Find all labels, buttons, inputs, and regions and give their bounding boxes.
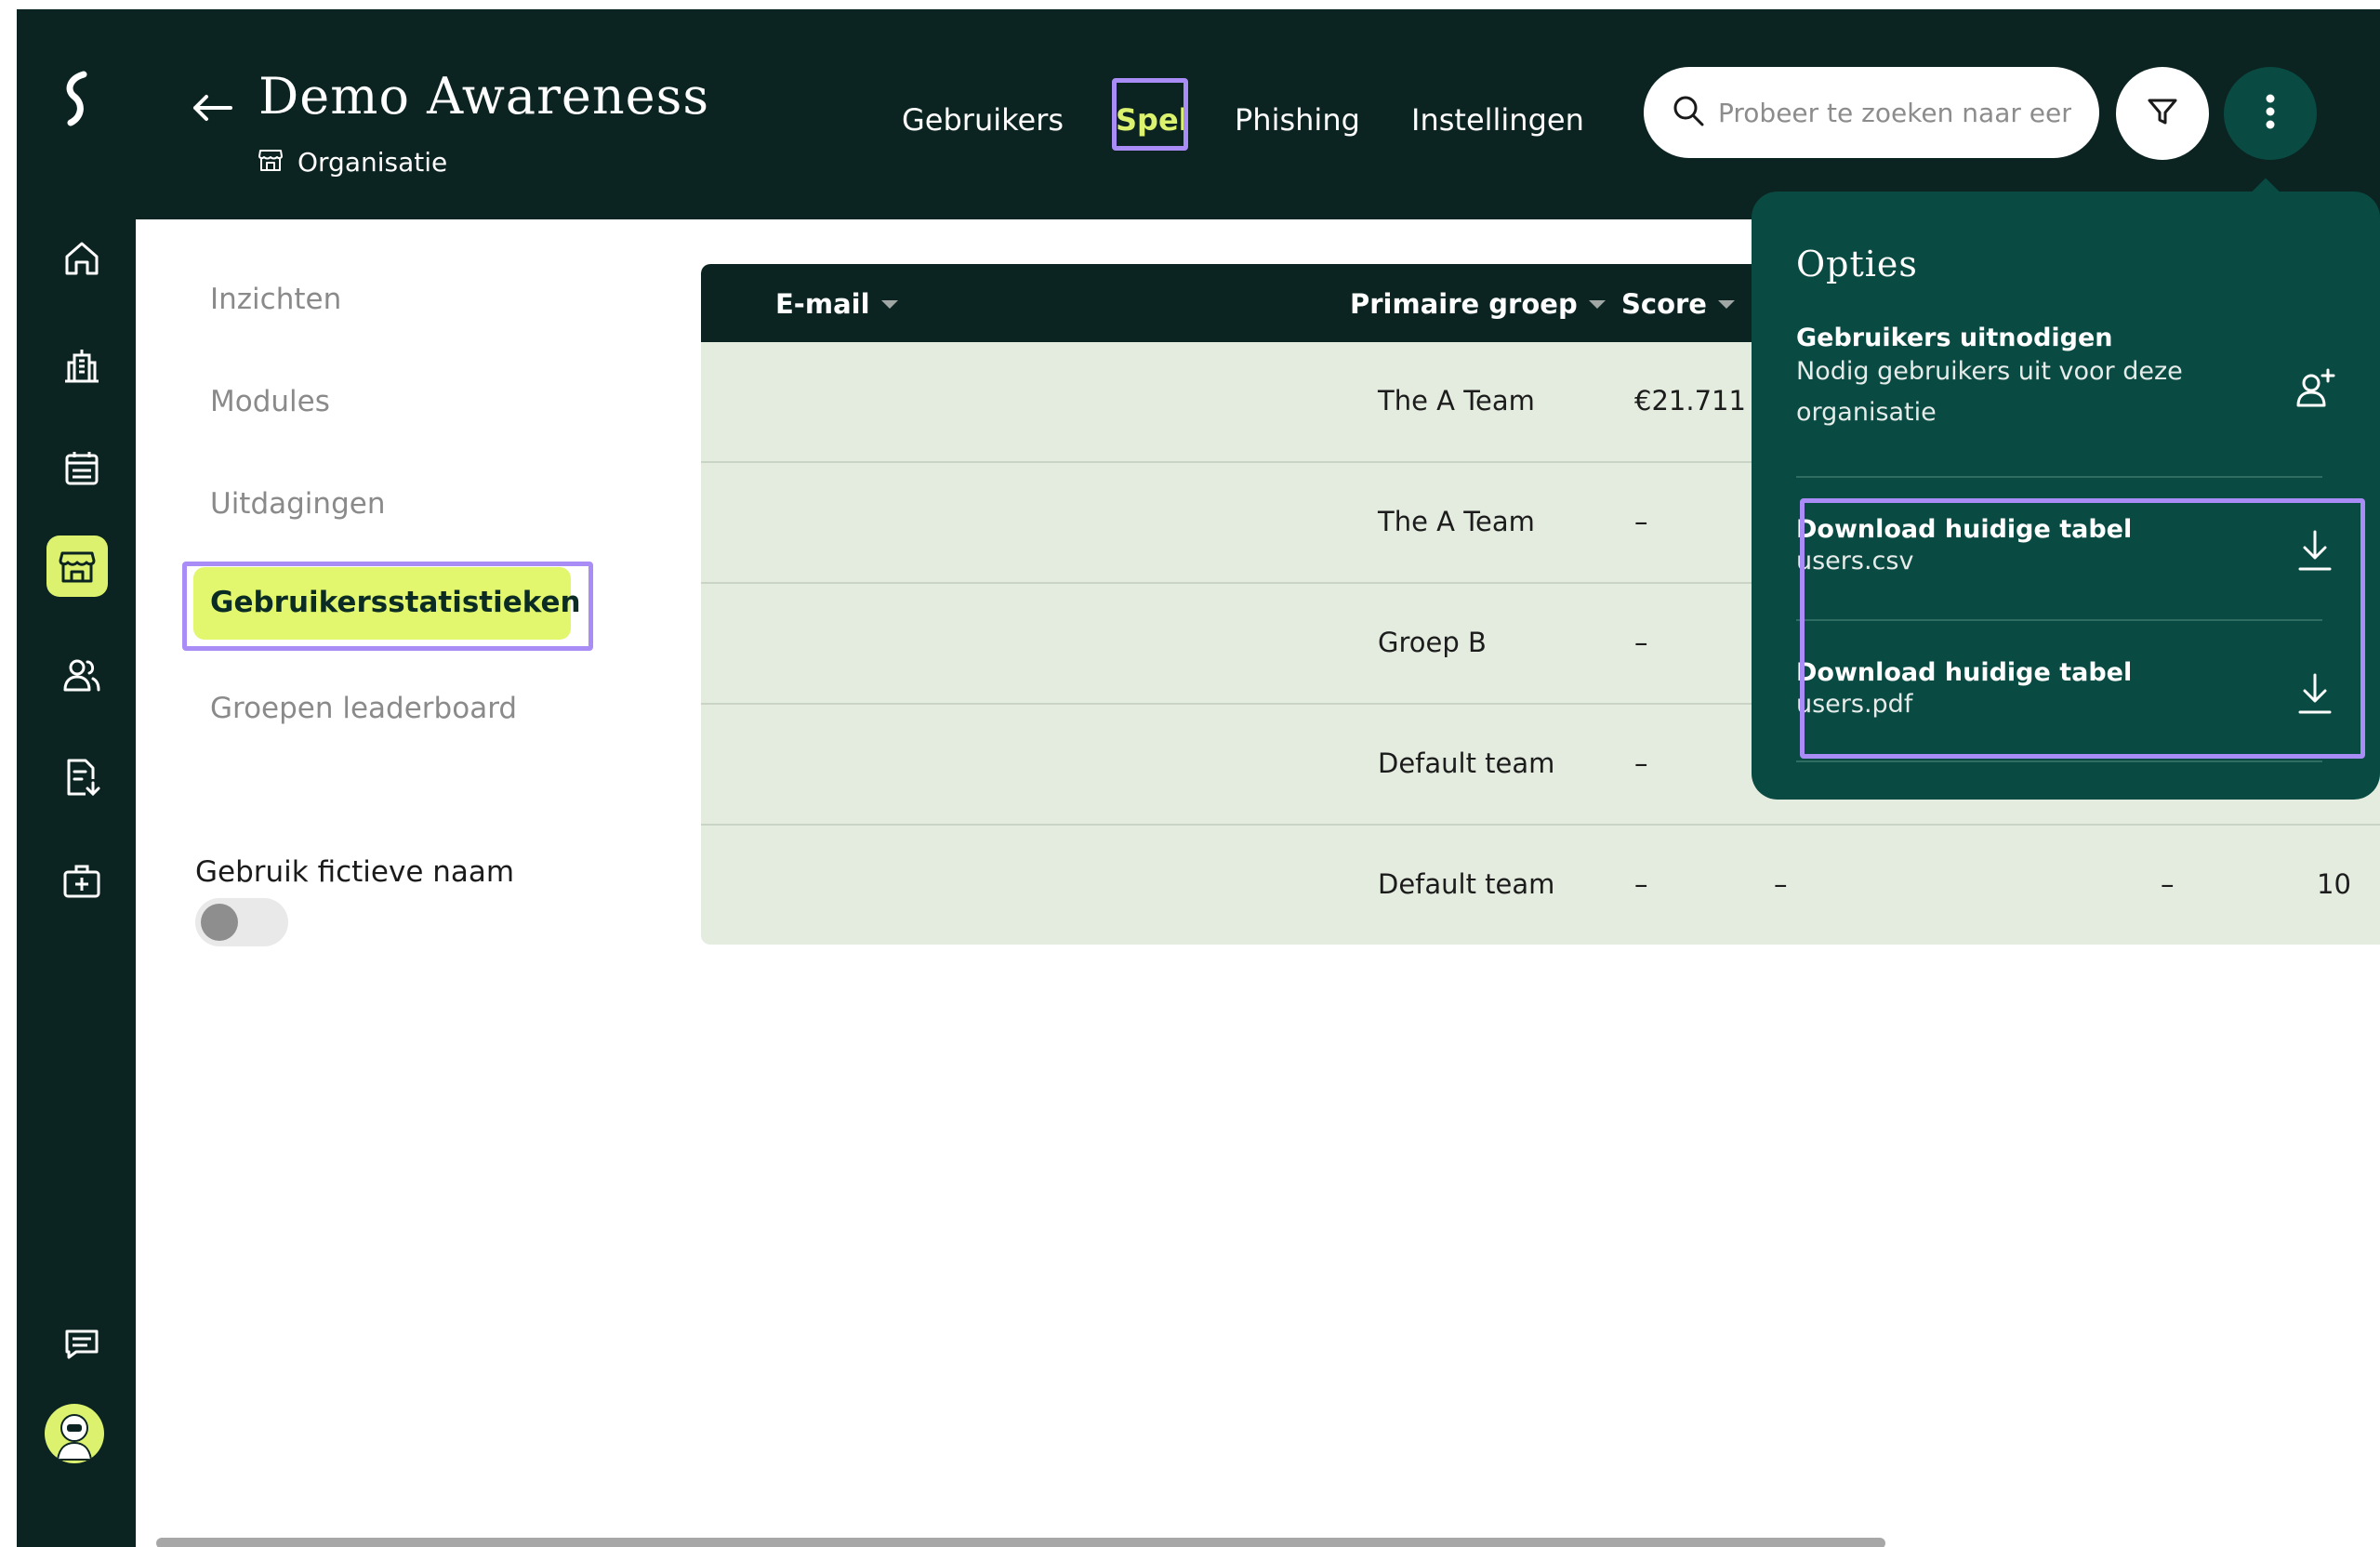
- cell-group: Default team: [1378, 747, 1555, 779]
- fictive-name-toggle[interactable]: [195, 898, 288, 946]
- menu-item-inzichten[interactable]: Inzichten: [210, 283, 341, 316]
- store-nav-icon[interactable]: [46, 536, 108, 597]
- column-email[interactable]: E-mail: [775, 288, 898, 320]
- cell-score: €21.711: [1634, 385, 1746, 416]
- cell-group: Groep B: [1378, 627, 1487, 658]
- search-input[interactable]: [1718, 97, 2071, 128]
- table-row[interactable]: Default team – – – 10: [701, 826, 2380, 945]
- column-label: E-mail: [775, 288, 870, 320]
- menu-highlight: [182, 562, 593, 651]
- menu-item-modules[interactable]: Modules: [210, 385, 330, 418]
- more-vertical-icon: [2265, 93, 2276, 134]
- cell-group: Default team: [1378, 868, 1555, 900]
- cell-score: –: [1634, 747, 1648, 779]
- tab-instellingen[interactable]: Instellingen: [1411, 102, 1584, 138]
- filter-icon: [2146, 95, 2179, 132]
- app-window: Demo Awareness Organisatie Gebruikers Sp…: [17, 9, 2380, 1547]
- more-options-button[interactable]: [2224, 67, 2317, 160]
- page-title: Demo Awareness: [258, 67, 710, 126]
- add-user-icon: [2289, 363, 2341, 415]
- store-icon: [257, 145, 284, 179]
- fictive-name-label: Gebruik fictieve naam: [195, 855, 515, 889]
- document-download-icon[interactable]: [54, 749, 110, 805]
- popup-title: Opties: [1796, 244, 1918, 284]
- cell-score: –: [1634, 868, 1648, 900]
- organisation-label: Organisatie: [257, 145, 447, 179]
- column-score[interactable]: Score: [1621, 288, 1735, 320]
- cell-group: The A Team: [1378, 385, 1535, 416]
- sort-caret-icon: [1588, 299, 1606, 309]
- horizontal-scrollbar[interactable]: [156, 1538, 1885, 1547]
- chat-icon[interactable]: [54, 1316, 110, 1372]
- filter-button[interactable]: [2116, 67, 2209, 160]
- option-title: Gebruikers uitnodigen: [1796, 324, 2113, 352]
- option-subtitle: Nodig gebruikers uit voor deze: [1796, 357, 2183, 386]
- organisation-text: Organisatie: [298, 147, 448, 178]
- cell-score: –: [1634, 627, 1648, 658]
- sort-caret-icon: [880, 299, 898, 309]
- cell-value: –: [2161, 868, 2175, 900]
- tab-phishing[interactable]: Phishing: [1235, 102, 1360, 138]
- avatar[interactable]: [45, 1404, 104, 1463]
- calendar-icon[interactable]: [54, 441, 110, 496]
- column-label: Score: [1621, 288, 1707, 320]
- column-label: Primaire groep: [1350, 288, 1578, 320]
- option-subtitle: organisatie: [1796, 398, 1937, 427]
- first-aid-icon[interactable]: [54, 853, 110, 909]
- cell-value: 10: [2317, 868, 2351, 900]
- column-primary-group[interactable]: Primaire groep: [1350, 288, 1606, 320]
- divider: [1796, 760, 2322, 762]
- menu-item-uitdagingen[interactable]: Uitdagingen: [210, 487, 385, 521]
- download-options-highlight: [1800, 498, 2365, 759]
- users-icon[interactable]: [54, 647, 110, 703]
- search-icon: [1672, 94, 1705, 131]
- building-icon[interactable]: [54, 338, 110, 394]
- home-icon[interactable]: [54, 231, 110, 286]
- divider: [1796, 476, 2322, 478]
- tab-gebruikers[interactable]: Gebruikers: [902, 102, 1064, 138]
- cell-value: –: [1774, 868, 1788, 900]
- back-arrow-icon[interactable]: [190, 89, 234, 126]
- cell-score: –: [1634, 506, 1648, 537]
- toggle-knob: [201, 904, 238, 941]
- brand-logo-icon[interactable]: [50, 61, 106, 136]
- menu-item-groepen-leaderboard[interactable]: Groepen leaderboard: [210, 692, 517, 725]
- sort-caret-icon: [1717, 299, 1735, 309]
- search-box[interactable]: [1644, 67, 2099, 158]
- cell-group: The A Team: [1378, 506, 1535, 537]
- tab-spel-highlight: [1112, 78, 1188, 151]
